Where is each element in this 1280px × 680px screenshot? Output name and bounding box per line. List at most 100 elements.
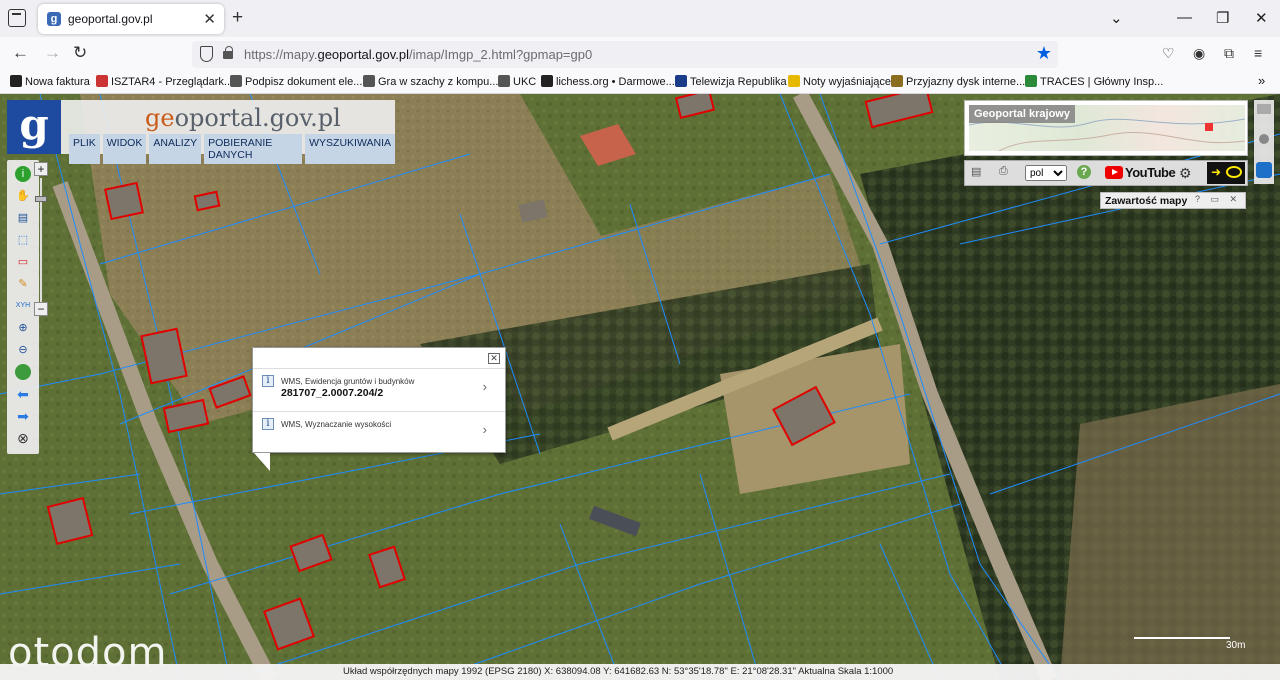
close-window-button[interactable]: ✕ [1255, 9, 1268, 27]
bookmark-star-icon[interactable]: ★ [1036, 43, 1052, 64]
settings-wheel-icon[interactable]: ⚙ [1179, 165, 1192, 183]
popup-row-wysokosci[interactable]: i WMS, Wyznaczanie wysokości › [253, 411, 505, 453]
menu-plik[interactable]: PLIK [69, 134, 100, 164]
xyh-icon[interactable]: XYH [15, 298, 31, 314]
lichess-icon [541, 75, 553, 87]
reload-button[interactable]: ↻ [73, 43, 87, 63]
layers-icon[interactable] [1257, 104, 1271, 114]
geoportal-logo-text: geoportal.gov.pl [145, 104, 341, 132]
previous-view-icon[interactable]: ⬅ [15, 386, 31, 402]
bulb-icon [788, 75, 800, 87]
account-icon[interactable]: ◉ [1193, 45, 1205, 62]
map-contents-buttons[interactable]: ? ▭ ✕ [1195, 194, 1241, 205]
menu-widok[interactable]: WIDOK [102, 134, 147, 164]
bookmark-label: Noty wyjaśniające [803, 76, 892, 88]
bookmark-label: lichess.org • Darmowe... [556, 76, 675, 88]
zoom-slider[interactable]: + − [34, 162, 48, 322]
bookmark-item[interactable]: Przyjazny dysk interne... [891, 75, 1025, 88]
right-side-controls [1254, 100, 1274, 184]
bookmark-label: Nowa faktura [25, 76, 90, 88]
map-contents-title: Zawartość mapy [1105, 195, 1188, 207]
menu-analizy[interactable]: ANALIZY [149, 134, 202, 164]
view-toggle-button[interactable]: ➜ [1207, 162, 1245, 184]
more-bookmarks-icon[interactable]: » [1258, 73, 1265, 88]
bookmark-item[interactable]: Noty wyjaśniające [788, 75, 891, 88]
select-object-icon[interactable]: ▭ [15, 254, 31, 270]
f-icon [10, 75, 22, 87]
info-icon: i [262, 375, 274, 387]
forward-button[interactable]: → [44, 43, 61, 63]
menu-icon[interactable]: ≡ [1254, 45, 1262, 61]
full-extent-icon[interactable]: ⊗ [15, 430, 31, 446]
isztar-icon [96, 75, 108, 87]
menu-pobieranie-danych[interactable]: POBIERANIE DANYCH [204, 134, 303, 164]
zoom-in-icon[interactable]: ⊕ [15, 320, 31, 336]
tab-close-icon[interactable]: ✕ [203, 10, 216, 28]
select-area-icon[interactable]: ⬚ [15, 232, 31, 248]
pan-hand-icon[interactable]: ✋ [15, 188, 31, 204]
bookmark-item[interactable]: Telewizja Republika [675, 75, 787, 88]
pencil-icon[interactable]: ✎ [15, 276, 31, 292]
pocket-icon[interactable]: ♡ [1162, 45, 1175, 62]
url-text[interactable]: https://mapy.geoportal.gov.pl/imap/Imgp_… [244, 47, 592, 62]
map-contents-panel[interactable]: Zawartość mapy ? ▭ ✕ [1100, 192, 1246, 209]
shield-icon[interactable] [200, 46, 213, 62]
bookmark-item[interactable]: ISZTAR4 - Przeglądark... [96, 75, 233, 88]
zoom-out-icon[interactable]: ⊖ [15, 342, 31, 358]
language-select[interactable]: pol [1025, 165, 1067, 181]
minimize-button[interactable]: — [1177, 9, 1192, 26]
menu-wyszukiwania[interactable]: WYSZUKIWANIA [305, 134, 395, 164]
chevron-right-icon[interactable]: › [483, 379, 487, 394]
zoom-plus-button[interactable]: + [34, 162, 48, 176]
restore-button[interactable]: ❐ [1216, 9, 1229, 27]
new-tab-button[interactable]: + [232, 7, 243, 29]
bookmark-item[interactable]: UKC [498, 75, 536, 88]
zoom-minus-button[interactable]: − [34, 302, 48, 316]
zoom-handle[interactable] [35, 196, 47, 202]
popup-row-ewidencja[interactable]: i WMS, Ewidencja gruntów i budynków 2817… [253, 368, 505, 410]
bookmark-item[interactable]: Podpisz dokument ele... [230, 75, 362, 88]
map-viewport[interactable]: g geoportal.gov.pl PLIK WIDOK ANALIZY PO… [0, 94, 1280, 680]
arrow-right-icon: ➜ [1211, 165, 1222, 179]
info-icon: i [262, 418, 274, 430]
popup-pointer [254, 453, 270, 471]
bookmarks-toolbar: Nowa faktura ISZTAR4 - Przeglądark... Podp… [0, 70, 1280, 94]
bookmark-label: Przyjazny dysk interne... [906, 76, 1026, 88]
traces-icon [1025, 75, 1037, 87]
extensions-icon[interactable]: ⧉ [1224, 45, 1234, 62]
geoportal-logo-icon[interactable]: g [7, 100, 61, 154]
back-button[interactable]: ← [12, 43, 29, 63]
overview-map[interactable]: Geoportal krajowy [964, 100, 1248, 156]
print-list-icon[interactable]: ▤ [971, 165, 981, 183]
feature-info-popup: ✕ i WMS, Ewidencja gruntów i budynków 28… [252, 347, 506, 453]
globe-icon[interactable] [15, 364, 31, 380]
dot-icon[interactable] [1259, 134, 1269, 144]
next-view-icon[interactable]: ➡ [15, 408, 31, 424]
print-icon[interactable]: ⎙ [999, 165, 1008, 183]
tab-strip: g geoportal.gov.pl ✕ + ⌄ — ❐ ✕ [0, 0, 1280, 37]
bookmark-item[interactable]: Gra w szachy z kompu... [363, 75, 498, 88]
bookmark-label: Gra w szachy z kompu... [378, 76, 499, 88]
url-bar[interactable]: https://mapy.geoportal.gov.pl/imap/Imgp_… [192, 41, 1058, 68]
info-icon[interactable]: i [15, 166, 31, 182]
table-icon[interactable]: ▤ [15, 210, 31, 226]
layer-label: WMS, Ewidencja gruntów i budynków [281, 377, 415, 386]
tab-geoportal[interactable]: g geoportal.gov.pl ✕ [38, 4, 224, 34]
tab-list-icon[interactable] [8, 9, 26, 27]
bookmark-item[interactable]: lichess.org • Darmowe... [541, 75, 675, 88]
tab-title: geoportal.gov.pl [68, 12, 153, 26]
bookmark-item[interactable]: Nowa faktura [10, 75, 90, 88]
coordinates-readout: Układ współrzędnych mapy 1992 (EPSG 2180… [343, 666, 894, 677]
lock-icon[interactable] [223, 46, 233, 59]
eye-panel-icon[interactable] [1256, 162, 1272, 178]
right-toolbar: ▤ ⎙ pol ? YouTube ⚙ ➜ [964, 160, 1248, 186]
bookmark-item[interactable]: TRACES | Główny Insp... [1025, 75, 1163, 88]
youtube-link[interactable]: YouTube [1105, 165, 1176, 180]
scale-label: 30m [1226, 640, 1246, 651]
chevron-down-icon[interactable]: ⌄ [1110, 9, 1123, 27]
status-bar: Układ współrzędnych mapy 1992 (EPSG 2180… [0, 664, 1280, 680]
popup-close-icon[interactable]: ✕ [488, 353, 500, 364]
help-icon[interactable]: ? [1077, 165, 1091, 179]
bookmark-label: Telewizja Republika [690, 76, 787, 88]
chevron-right-icon[interactable]: › [483, 422, 487, 437]
